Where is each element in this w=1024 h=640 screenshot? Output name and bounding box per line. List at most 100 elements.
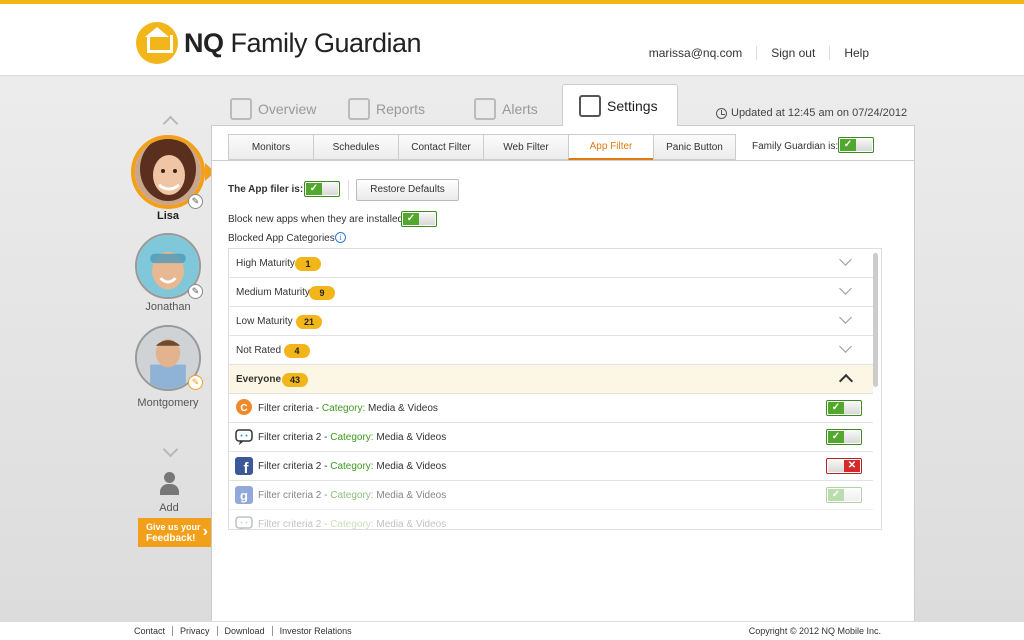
count-badge: 9 bbox=[309, 286, 335, 300]
messenger-app-icon bbox=[235, 516, 253, 529]
app-row: g Filter criteria 2 - Category: Media & … bbox=[229, 481, 873, 510]
help-link[interactable]: Help bbox=[829, 46, 883, 60]
subtab-panic-button[interactable]: Panic Button bbox=[653, 134, 736, 160]
settings-subtabs: Monitors Schedules Contact Filter Web Fi… bbox=[228, 134, 736, 160]
orange-chat-app-icon: C bbox=[236, 399, 252, 415]
chevron-down-icon[interactable] bbox=[839, 286, 853, 296]
category-name: Not Rated bbox=[236, 345, 282, 356]
app-filter-text: Filter criteria 2 - Category: Media & Vi… bbox=[258, 519, 447, 530]
logo[interactable]: NQ Family Guardian bbox=[136, 22, 422, 64]
count-badge: 4 bbox=[284, 344, 310, 358]
divider bbox=[348, 180, 349, 200]
category-row-expanded[interactable]: Everyone 43 bbox=[229, 365, 873, 394]
category-name: Everyone bbox=[236, 374, 282, 385]
chevron-up-icon[interactable] bbox=[839, 373, 853, 383]
profiles-scroll-down-icon[interactable] bbox=[162, 444, 178, 454]
subtab-web-filter[interactable]: Web Filter bbox=[483, 134, 568, 160]
settings-gear-icon bbox=[579, 94, 601, 117]
copyright: Copyright © 2012 NQ Mobile Inc. bbox=[748, 626, 881, 636]
app-filter-toggle[interactable]: ✓ bbox=[304, 181, 340, 197]
tab-settings-label: Settings bbox=[607, 97, 658, 114]
block-new-apps-toggle[interactable]: ✓ bbox=[401, 211, 437, 227]
edit-pencil-icon[interactable]: ✎ bbox=[188, 375, 203, 390]
brand-name: NQ Family Guardian bbox=[184, 27, 422, 58]
messenger-app-icon bbox=[235, 429, 253, 445]
app-filter-text: Filter criteria 2 - Category: Media & Vi… bbox=[258, 490, 447, 501]
facebook-app-icon: f bbox=[235, 457, 253, 475]
subtab-monitors[interactable]: Monitors bbox=[228, 134, 313, 160]
category-row[interactable]: High Maturity 1 bbox=[229, 249, 873, 278]
chevron-down-icon[interactable] bbox=[839, 315, 853, 325]
profile-name-jonathan[interactable]: Jonathan bbox=[123, 301, 213, 313]
family-guardian-status-label: Family Guardian is: bbox=[752, 141, 839, 152]
app-row: Filter criteria 2 - Category: Media & Vi… bbox=[229, 423, 873, 452]
footer: Contact Privacy Download Investor Relati… bbox=[0, 621, 1024, 640]
list-scrollbar[interactable] bbox=[873, 253, 878, 387]
feedback-button[interactable]: Give us your Feedback! › bbox=[138, 518, 212, 547]
add-person-icon[interactable] bbox=[157, 472, 181, 496]
footer-link-investor-relations[interactable]: Investor Relations bbox=[271, 626, 359, 636]
subtab-app-filter[interactable]: App Filter bbox=[568, 134, 653, 160]
header: NQ Family Guardian marissa@nq.com Sign o… bbox=[0, 4, 1024, 76]
info-icon[interactable]: i bbox=[335, 232, 346, 243]
tab-alerts[interactable]: Alerts bbox=[474, 92, 538, 126]
sign-out-link[interactable]: Sign out bbox=[756, 46, 829, 60]
tab-settings[interactable]: Settings bbox=[562, 84, 678, 126]
block-new-apps-label: Block new apps when they are installed: bbox=[228, 214, 406, 225]
restore-defaults-button[interactable]: Restore Defaults bbox=[356, 179, 459, 201]
category-row[interactable]: Not Rated 4 bbox=[229, 336, 873, 365]
last-updated: Updated at 12:45 am on 07/24/2012 bbox=[716, 107, 907, 119]
app-toggle[interactable]: ✓ bbox=[826, 429, 862, 445]
category-name: Medium Maturity bbox=[236, 287, 310, 298]
tab-alerts-label: Alerts bbox=[502, 101, 538, 117]
tab-overview-label: Overview bbox=[258, 101, 317, 117]
svg-text:C: C bbox=[240, 403, 247, 414]
chevron-down-icon[interactable] bbox=[839, 344, 853, 354]
subtab-schedules[interactable]: Schedules bbox=[313, 134, 398, 160]
app-filter-label: The App filer is: bbox=[228, 184, 304, 195]
tab-reports-label: Reports bbox=[376, 101, 426, 117]
app-toggle[interactable]: ✓ bbox=[826, 400, 862, 416]
app-toggle[interactable]: ✕ bbox=[826, 458, 862, 474]
app-row: C Filter criteria - Category: Media & Vi… bbox=[229, 394, 873, 423]
calendar-clock-icon bbox=[348, 98, 370, 120]
last-updated-text: Updated at 12:45 am on 07/24/2012 bbox=[731, 107, 908, 119]
chevron-down-icon[interactable] bbox=[839, 257, 853, 267]
profiles-scroll-up-icon[interactable] bbox=[162, 114, 178, 124]
blocked-categories-label: Blocked App Categories bbox=[228, 233, 335, 244]
app-categories-list: High Maturity 1 Medium Maturity 9 Low Ma… bbox=[228, 248, 882, 530]
app-row: f Filter criteria 2 - Category: Media & … bbox=[229, 452, 873, 481]
app-filter-text: Filter criteria - Category: Media & Vide… bbox=[258, 403, 438, 414]
subtab-contact-filter[interactable]: Contact Filter bbox=[398, 134, 483, 160]
tab-reports[interactable]: Reports bbox=[348, 92, 425, 126]
add-profile-label[interactable]: Add bbox=[150, 502, 188, 514]
profile-name-montgomery[interactable]: Montgomery bbox=[123, 397, 213, 409]
app-filter-text: Filter criteria 2 - Category: Media & Vi… bbox=[258, 461, 447, 472]
count-badge: 43 bbox=[282, 373, 308, 387]
alert-icon bbox=[474, 98, 496, 120]
profile-name-lisa[interactable]: Lisa bbox=[123, 210, 213, 222]
footer-links: Contact Privacy Download Investor Relati… bbox=[134, 626, 359, 636]
edit-pencil-icon[interactable]: ✎ bbox=[188, 284, 203, 299]
google-app-icon: g bbox=[235, 486, 253, 504]
app-row: Filter criteria 2 - Category: Media & Vi… bbox=[229, 510, 873, 530]
footer-link-download[interactable]: Download bbox=[216, 626, 272, 636]
feedback-arrow-icon: › bbox=[202, 523, 208, 540]
app-filter-text: Filter criteria 2 - Category: Media & Vi… bbox=[258, 432, 447, 443]
family-guardian-toggle[interactable]: ✓ bbox=[838, 137, 874, 153]
clock-icon bbox=[716, 107, 727, 119]
count-badge: 1 bbox=[295, 257, 321, 271]
edit-pencil-icon[interactable]: ✎ bbox=[188, 194, 203, 209]
house-logo-icon bbox=[136, 22, 178, 64]
svg-text:g: g bbox=[240, 488, 248, 503]
subtab-divider bbox=[212, 160, 914, 161]
user-nav: marissa@nq.com Sign out Help bbox=[635, 46, 883, 60]
category-row[interactable]: Low Maturity 21 bbox=[229, 307, 873, 336]
footer-link-privacy[interactable]: Privacy bbox=[172, 626, 217, 636]
category-name: High Maturity bbox=[236, 258, 295, 269]
category-row[interactable]: Medium Maturity 9 bbox=[229, 278, 873, 307]
tab-overview[interactable]: Overview bbox=[230, 92, 316, 126]
app-toggle[interactable]: ✓ bbox=[826, 487, 862, 503]
footer-link-contact[interactable]: Contact bbox=[134, 626, 172, 636]
category-name: Low Maturity bbox=[236, 316, 293, 327]
